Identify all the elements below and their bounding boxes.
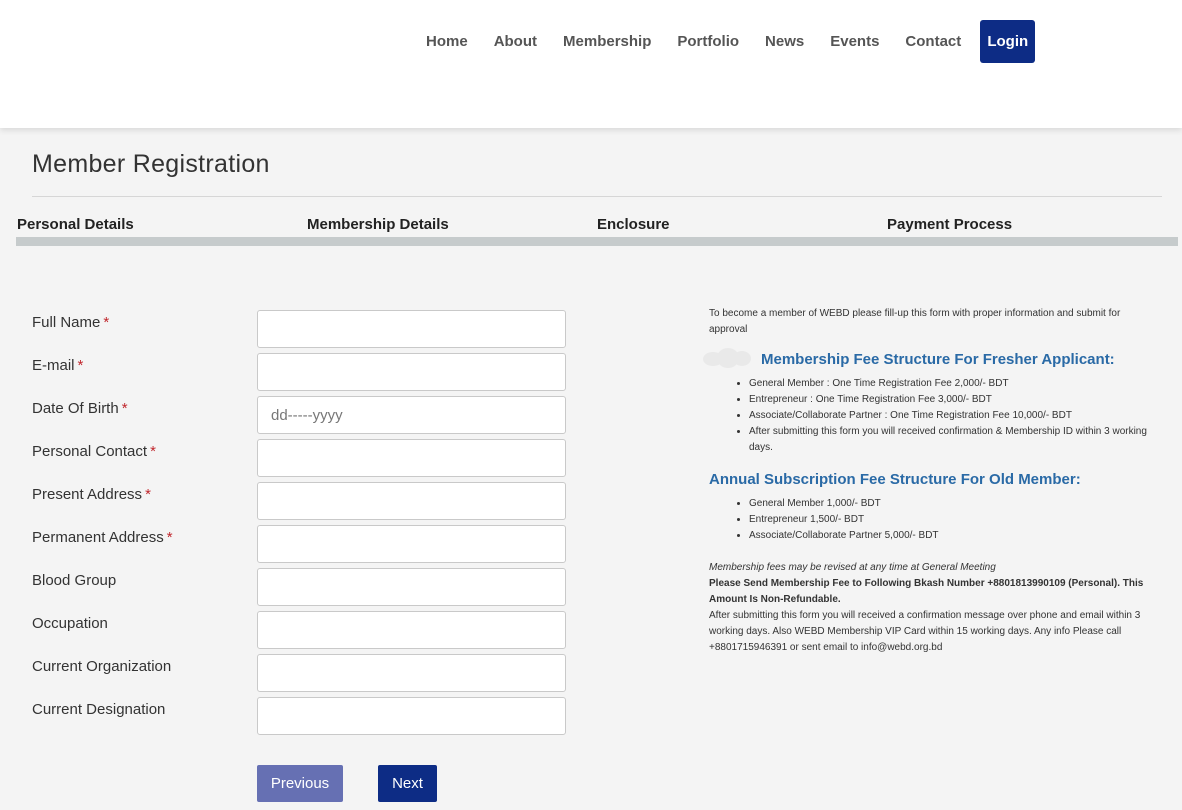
confirmation-note: After submitting this form you will rece…: [709, 610, 1141, 653]
form-row-current-designation: Current Designation: [32, 697, 572, 735]
list-item: Associate/Collaborate Partner : One Time…: [749, 408, 1161, 424]
required-mark: *: [150, 443, 156, 460]
list-item: After submitting this form you will rece…: [749, 424, 1161, 456]
current-organization-input[interactable]: [257, 654, 566, 692]
revision-note: Membership fees may be revised at any ti…: [709, 562, 996, 573]
blood-group-label: Blood Group: [32, 572, 117, 589]
form-row-current-organization: Current Organization: [32, 654, 572, 692]
required-mark: *: [166, 529, 173, 546]
full-name-input[interactable]: [257, 310, 566, 348]
decorative-blob: [703, 348, 755, 368]
current-designation-label: Current Designation: [32, 701, 166, 718]
page-title: Member Registration: [32, 150, 270, 178]
permanent-address-input[interactable]: [257, 525, 566, 563]
present-address-label: Present Address *: [32, 486, 151, 503]
blood-group-input[interactable]: [257, 568, 566, 606]
full-name-label: Full Name *: [32, 314, 110, 331]
payment-notes: Membership fees may be revised at any ti…: [709, 560, 1161, 656]
nav-membership[interactable]: Membership: [563, 33, 651, 50]
nav-about[interactable]: About: [494, 33, 537, 50]
step-personal-details: Personal Details: [17, 216, 134, 233]
nav-events[interactable]: Events: [830, 33, 879, 50]
form-row-blood-group: Blood Group: [32, 568, 572, 606]
date-of-birth-input[interactable]: [257, 396, 566, 434]
next-button[interactable]: Next: [378, 765, 437, 802]
nav-news[interactable]: News: [765, 33, 804, 50]
bkash-note: Please Send Membership Fee to Following …: [709, 578, 1144, 605]
personal-contact-input[interactable]: [257, 439, 566, 477]
current-organization-label: Current Organization: [32, 658, 172, 675]
step-payment-process: Payment Process: [887, 216, 1013, 233]
step-membership-details: Membership Details: [307, 216, 449, 233]
list-item: General Member 1,000/- BDT: [749, 496, 1161, 512]
occupation-label: Occupation: [32, 615, 108, 632]
step-enclosure: Enclosure: [597, 216, 670, 233]
form-row-permanent-address: Permanent Address *: [32, 525, 572, 563]
occupation-input[interactable]: [257, 611, 566, 649]
list-item: General Member : One Time Registration F…: [749, 376, 1161, 392]
form-row-occupation: Occupation: [32, 611, 572, 649]
permanent-address-label: Permanent Address *: [32, 529, 173, 546]
required-mark: *: [77, 357, 84, 374]
date-of-birth-label: Date Of Birth *: [32, 400, 128, 417]
site-header: Home About Membership Portfolio News Eve…: [0, 0, 1182, 128]
required-mark: *: [103, 314, 110, 331]
present-address-input[interactable]: [257, 482, 566, 520]
required-mark: *: [121, 400, 128, 417]
required-mark: *: [145, 486, 151, 503]
old-member-fee-heading: Annual Subscription Fee Structure For Ol…: [709, 471, 1081, 488]
nav-portfolio[interactable]: Portfolio: [677, 33, 739, 50]
old-member-fee-list: General Member 1,000/- BDT Entrepreneur …: [709, 496, 1161, 544]
form-row-full-name: Full Name *: [32, 310, 572, 348]
form-row-date-of-birth: Date Of Birth *: [32, 396, 572, 434]
email-label: E-mail *: [32, 357, 84, 374]
form-row-present-address: Present Address *: [32, 482, 572, 520]
main-nav: Home About Membership Portfolio News Eve…: [413, 20, 1036, 63]
previous-button[interactable]: Previous: [257, 765, 343, 802]
intro-text: To become a member of WEBD please fill-u…: [709, 308, 1121, 335]
email-input[interactable]: [257, 353, 566, 391]
step-progress-bar: [16, 237, 1178, 246]
nav-contact[interactable]: Contact: [905, 33, 961, 50]
nav-home[interactable]: Home: [426, 33, 468, 50]
list-item: Associate/Collaborate Partner 5,000/- BD…: [749, 528, 1161, 544]
current-designation-input[interactable]: [257, 697, 566, 735]
list-item: Entrepreneur 1,500/- BDT: [749, 512, 1161, 528]
fresher-fee-heading: Membership Fee Structure For Fresher App…: [761, 351, 1115, 368]
fresher-fee-list: General Member : One Time Registration F…: [709, 376, 1161, 456]
form-row-personal-contact: Personal Contact *: [32, 439, 572, 477]
form-row-email: E-mail *: [32, 353, 572, 391]
login-button[interactable]: Login: [980, 20, 1036, 63]
list-item: Entrepreneur : One Time Registration Fee…: [749, 392, 1161, 408]
title-divider: [32, 196, 1162, 197]
personal-contact-label: Personal Contact *: [32, 443, 156, 460]
